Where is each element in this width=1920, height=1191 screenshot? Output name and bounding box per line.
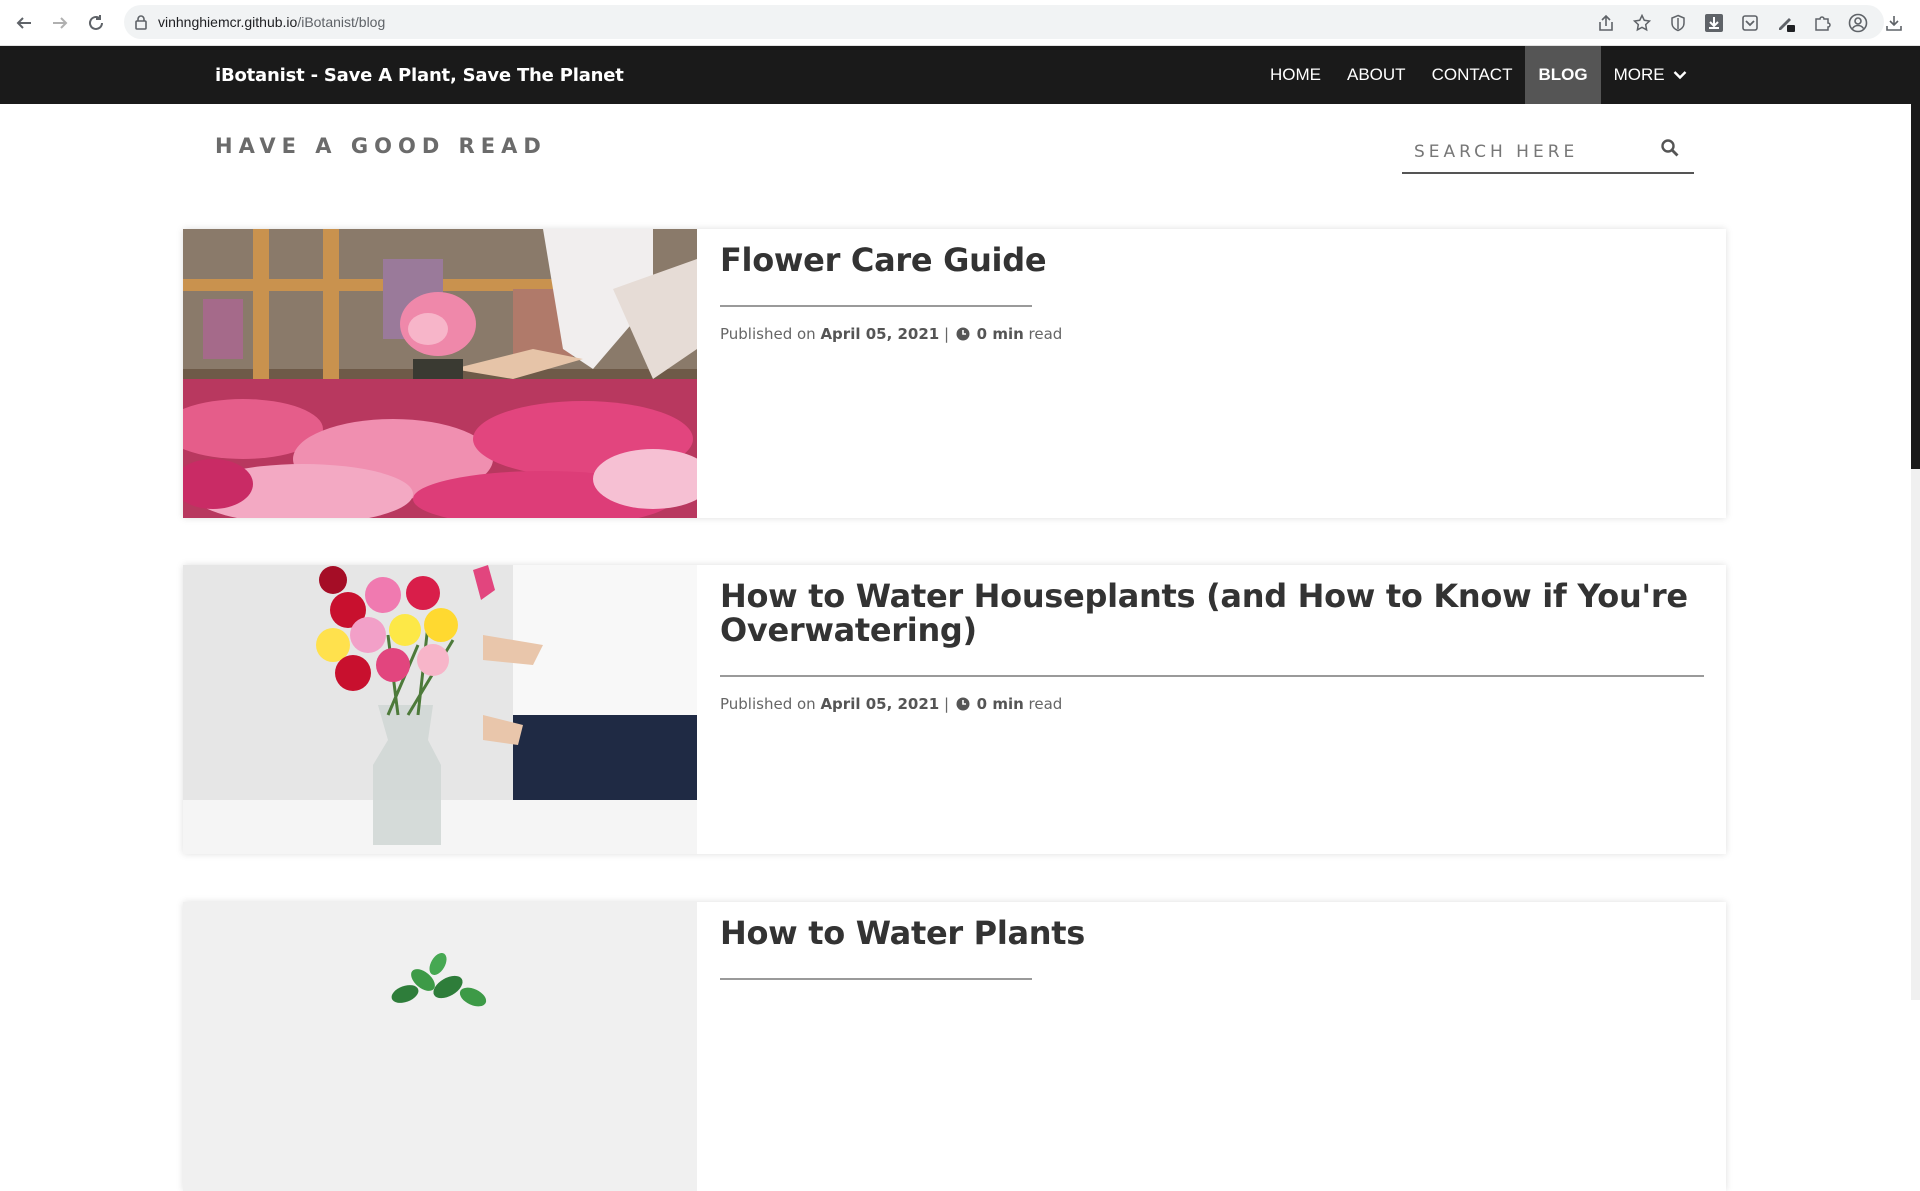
post-card[interactable]: How to Water Houseplants (and How to Kno… <box>183 565 1726 854</box>
lock-icon <box>134 14 148 30</box>
post-meta: Published on April 05, 2021 | 0 min read <box>720 695 1704 715</box>
nav-contact[interactable]: CONTACT <box>1419 46 1526 104</box>
title-divider <box>720 978 1032 980</box>
post-title[interactable]: How to Water Houseplants (and How to Kno… <box>720 579 1704 647</box>
nav-about[interactable]: ABOUT <box>1334 46 1419 104</box>
read-suffix: read <box>1028 695 1063 713</box>
forward-icon[interactable] <box>48 11 72 35</box>
shield-extension-icon[interactable] <box>1666 11 1690 35</box>
post-title[interactable]: How to Water Plants <box>720 916 1704 950</box>
nav-home[interactable]: HOME <box>1257 46 1334 104</box>
published-prefix: Published on <box>720 695 816 713</box>
post-body: Flower Care Guide Published on April 05,… <box>720 243 1704 345</box>
read-suffix: read <box>1028 325 1063 343</box>
back-icon[interactable] <box>12 11 36 35</box>
search-input[interactable] <box>1414 134 1654 170</box>
post-image-plant[interactable] <box>183 902 697 1191</box>
site-navbar: iBotanist - Save A Plant, Save The Plane… <box>0 46 1920 104</box>
post-image-flowers[interactable] <box>183 229 697 518</box>
search-box <box>1402 132 1694 174</box>
published-prefix: Published on <box>720 325 816 343</box>
nav-more[interactable]: MORE <box>1601 46 1700 104</box>
post-date: April 05, 2021 <box>820 695 940 713</box>
share-icon[interactable] <box>1594 11 1618 35</box>
clock-icon <box>956 327 970 345</box>
browser-toolbar: vinhnghiemcr.github.io/iBotanist/blog <box>0 0 1920 46</box>
bookmark-star-icon[interactable] <box>1630 11 1654 35</box>
post-card[interactable]: Flower Care Guide Published on April 05,… <box>183 229 1726 518</box>
profile-avatar-icon[interactable] <box>1846 11 1870 35</box>
post-body: How to Water Plants <box>720 916 1704 980</box>
url-host: vinhnghiemcr.github.io <box>158 14 298 30</box>
post-title[interactable]: Flower Care Guide <box>720 243 1704 277</box>
search-icon[interactable] <box>1660 138 1680 158</box>
title-divider <box>720 305 1032 307</box>
extensions-puzzle-icon[interactable] <box>1810 11 1834 35</box>
post-body: How to Water Houseplants (and How to Kno… <box>720 579 1704 715</box>
chevron-down-icon <box>1673 70 1687 80</box>
nav-blog[interactable]: BLOG <box>1525 46 1601 104</box>
post-card[interactable]: How to Water Plants <box>183 902 1726 1191</box>
meta-separator: | <box>944 695 950 713</box>
downloads-icon[interactable] <box>1882 11 1906 35</box>
url-text: vinhnghiemcr.github.io/iBotanist/blog <box>158 14 385 30</box>
clock-icon <box>956 697 970 715</box>
title-divider <box>720 675 1704 677</box>
section-title: HAVE A GOOD READ <box>215 134 547 158</box>
nav-more-label: MORE <box>1613 65 1665 84</box>
post-meta: Published on April 05, 2021 | 0 min read <box>720 325 1704 345</box>
nav-links: HOME ABOUT CONTACT BLOG MORE <box>1257 46 1700 104</box>
post-image-vase[interactable] <box>183 565 697 854</box>
pen-extension-icon[interactable] <box>1774 11 1798 35</box>
meta-separator: | <box>944 325 950 343</box>
post-date: April 05, 2021 <box>820 325 940 343</box>
read-time: 0 min <box>976 325 1024 343</box>
read-time: 0 min <box>976 695 1024 713</box>
reload-icon[interactable] <box>84 11 108 35</box>
url-path: /iBotanist/blog <box>297 14 386 30</box>
scrollbar-thumb[interactable] <box>1911 104 1920 469</box>
site-brand[interactable]: iBotanist - Save A Plant, Save The Plane… <box>215 46 624 104</box>
download-extension-icon[interactable] <box>1702 11 1726 35</box>
pocket-icon[interactable] <box>1738 11 1762 35</box>
